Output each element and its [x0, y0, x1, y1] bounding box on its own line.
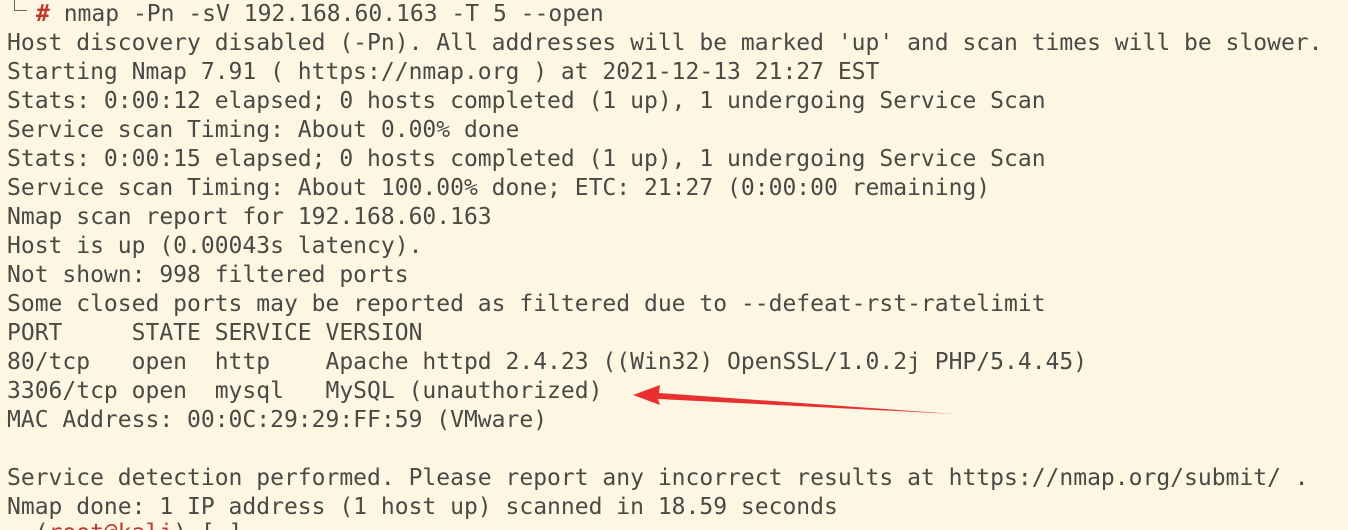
next-prompt-user-host: root@kali: [49, 520, 174, 530]
output-line: Service detection performed. Please repo…: [7, 465, 1309, 491]
output-line: Host is up (0.00043s latency).: [7, 233, 423, 259]
mac-address-line: MAC Address: 00:0C:29:29:FF:59 (VMware): [7, 407, 548, 433]
prompt-corner-icon: [14, 0, 27, 11]
next-prompt-open: (: [7, 520, 49, 530]
output-line: Stats: 0:00:15 elapsed; 0 hosts complete…: [7, 146, 1046, 172]
output-line: Nmap done: 1 IP address (1 host up) scan…: [7, 494, 838, 520]
annotation-arrow-shape: [633, 385, 955, 414]
output-line: Service scan Timing: About 100.00% done;…: [7, 175, 991, 201]
command-line: # nmap -Pn -sV 192.168.60.163 -T 5 --ope…: [36, 0, 604, 29]
output-line: Starting Nmap 7.91 ( https://nmap.org ) …: [7, 59, 880, 85]
port-row-3306: 3306/tcp open mysql MySQL (unauthorized): [7, 378, 603, 404]
port-table-header: PORT STATE SERVICE VERSION: [7, 320, 423, 346]
output-line: Some closed ports may be reported as fil…: [7, 291, 1046, 317]
next-prompt-line: (root@kali)-[~]: [7, 519, 243, 530]
port-row-80: 80/tcp open http Apache httpd 2.4.23 ((W…: [7, 349, 1088, 375]
command-text: nmap -Pn -sV 192.168.60.163 -T 5 --open: [49, 1, 604, 27]
output-line: Stats: 0:00:12 elapsed; 0 hosts complete…: [7, 88, 1046, 114]
output-line: Service scan Timing: About 0.00% done: [7, 117, 520, 143]
next-prompt-close: )-[~]: [173, 520, 242, 530]
terminal-window[interactable]: # nmap -Pn -sV 192.168.60.163 -T 5 --ope…: [0, 0, 1348, 530]
prompt-hash: #: [36, 1, 50, 27]
output-line: Not shown: 998 filtered ports: [7, 262, 409, 288]
output-line: Host discovery disabled (-Pn). All addre…: [7, 30, 1323, 56]
output-line: Nmap scan report for 192.168.60.163: [7, 204, 492, 230]
